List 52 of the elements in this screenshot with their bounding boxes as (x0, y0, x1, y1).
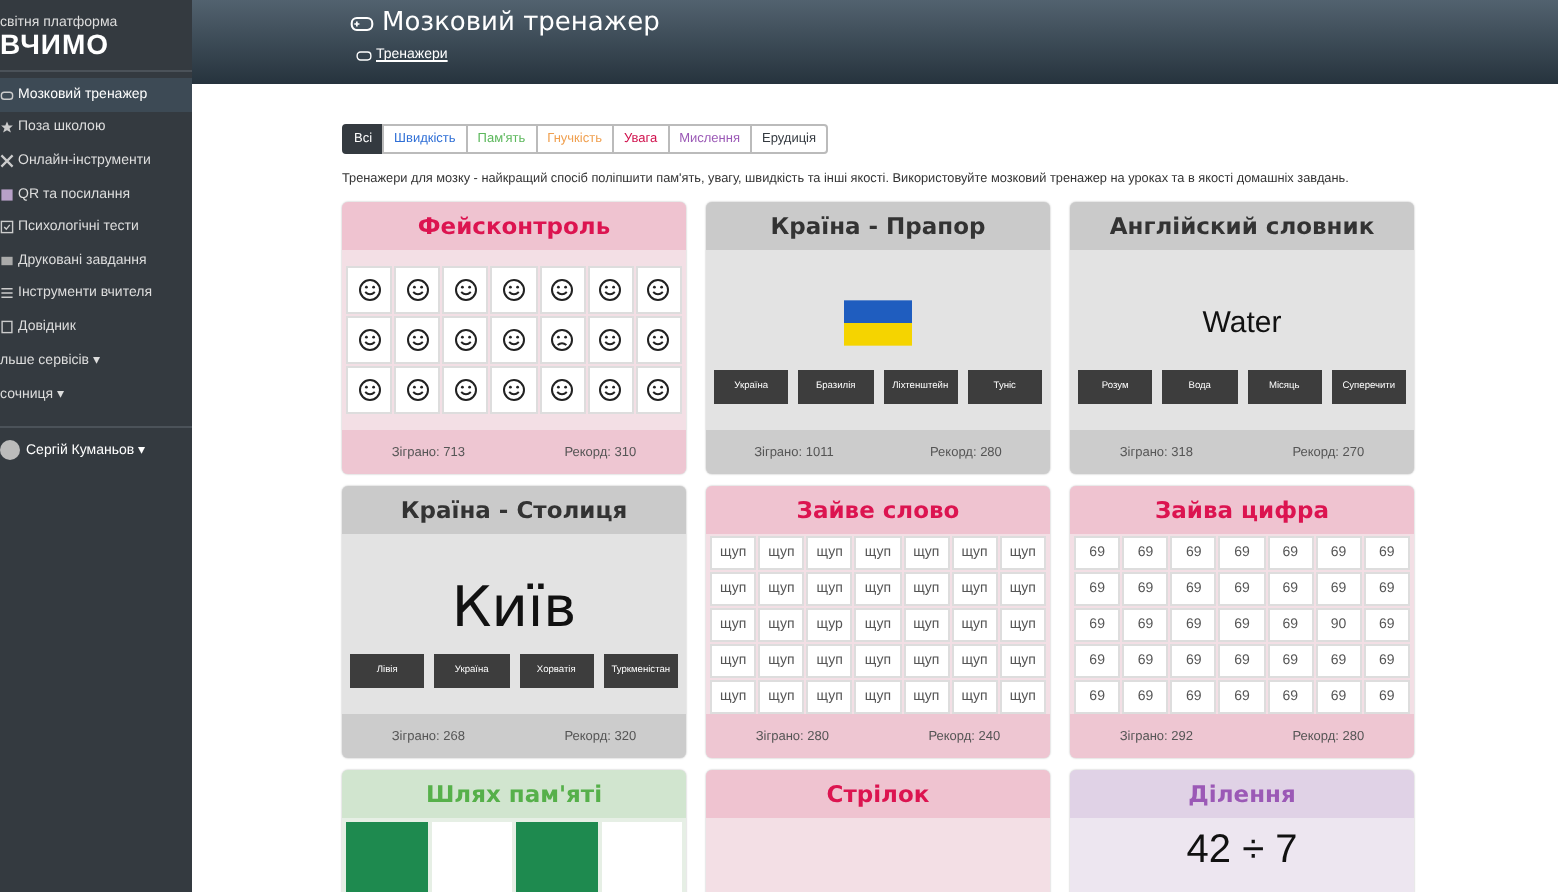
face-tile[interactable] (346, 316, 393, 364)
document-icon (0, 319, 14, 334)
logo[interactable]: ВЧИМО (0, 30, 192, 58)
face-tile[interactable] (635, 266, 682, 314)
checkbox-icon (0, 220, 14, 235)
card-title: Фейсконтроль (417, 212, 611, 240)
face-tile[interactable] (442, 266, 489, 314)
face-tile[interactable] (394, 266, 441, 314)
face-tile[interactable] (394, 366, 441, 414)
avatar (0, 439, 20, 460)
card-title: Ділення (1188, 780, 1296, 808)
face-tile[interactable] (346, 366, 393, 414)
prompt-word: Київ (451, 574, 577, 640)
gamepad-icon (356, 49, 372, 61)
card-title: Країна - Столиця (400, 496, 628, 524)
gamepad-icon (350, 13, 374, 33)
printer-icon (0, 253, 14, 268)
prompt-word: Water (1202, 306, 1282, 340)
cross-icon (0, 153, 14, 168)
expression-text: 42 ÷ 7 (1186, 826, 1298, 876)
memory-tile[interactable] (346, 822, 427, 892)
face-tile[interactable] (587, 366, 634, 414)
face-tile[interactable] (394, 316, 441, 364)
memory-tile[interactable] (516, 822, 597, 892)
face-tile[interactable] (442, 366, 489, 414)
face-tile[interactable] (490, 366, 538, 414)
card-title: Країна - Прапор (770, 212, 986, 240)
list-icon (0, 286, 14, 301)
face-tile[interactable] (346, 266, 393, 314)
card-title: Стрілок (826, 780, 930, 808)
face-tile[interactable] (539, 316, 586, 364)
card-title: Зайве слово (796, 496, 960, 524)
face-tile[interactable] (539, 266, 586, 314)
star-icon (0, 120, 14, 135)
flag-picture (844, 300, 912, 346)
face-tile[interactable] (635, 366, 682, 414)
game-card[interactable]: Ділення 42 ÷ 7 (1070, 770, 1414, 892)
face-tile[interactable] (587, 316, 634, 364)
memory-tile[interactable] (601, 822, 682, 892)
face-tile[interactable] (539, 366, 586, 414)
square-icon (0, 187, 14, 202)
card-title: Англійский словник (1109, 212, 1375, 240)
face-tile[interactable] (587, 266, 634, 314)
face-tile[interactable] (490, 266, 538, 314)
face-tile[interactable] (490, 316, 538, 364)
gamepad-icon (0, 87, 14, 102)
card-title: Шлях пам'яті (425, 780, 603, 808)
card-title: Зайва цифра (1154, 496, 1329, 524)
page-title: Мозковий тренажер (350, 8, 1558, 38)
memory-tile[interactable] (431, 822, 512, 892)
face-tile[interactable] (635, 316, 682, 364)
face-tile[interactable] (442, 316, 489, 364)
